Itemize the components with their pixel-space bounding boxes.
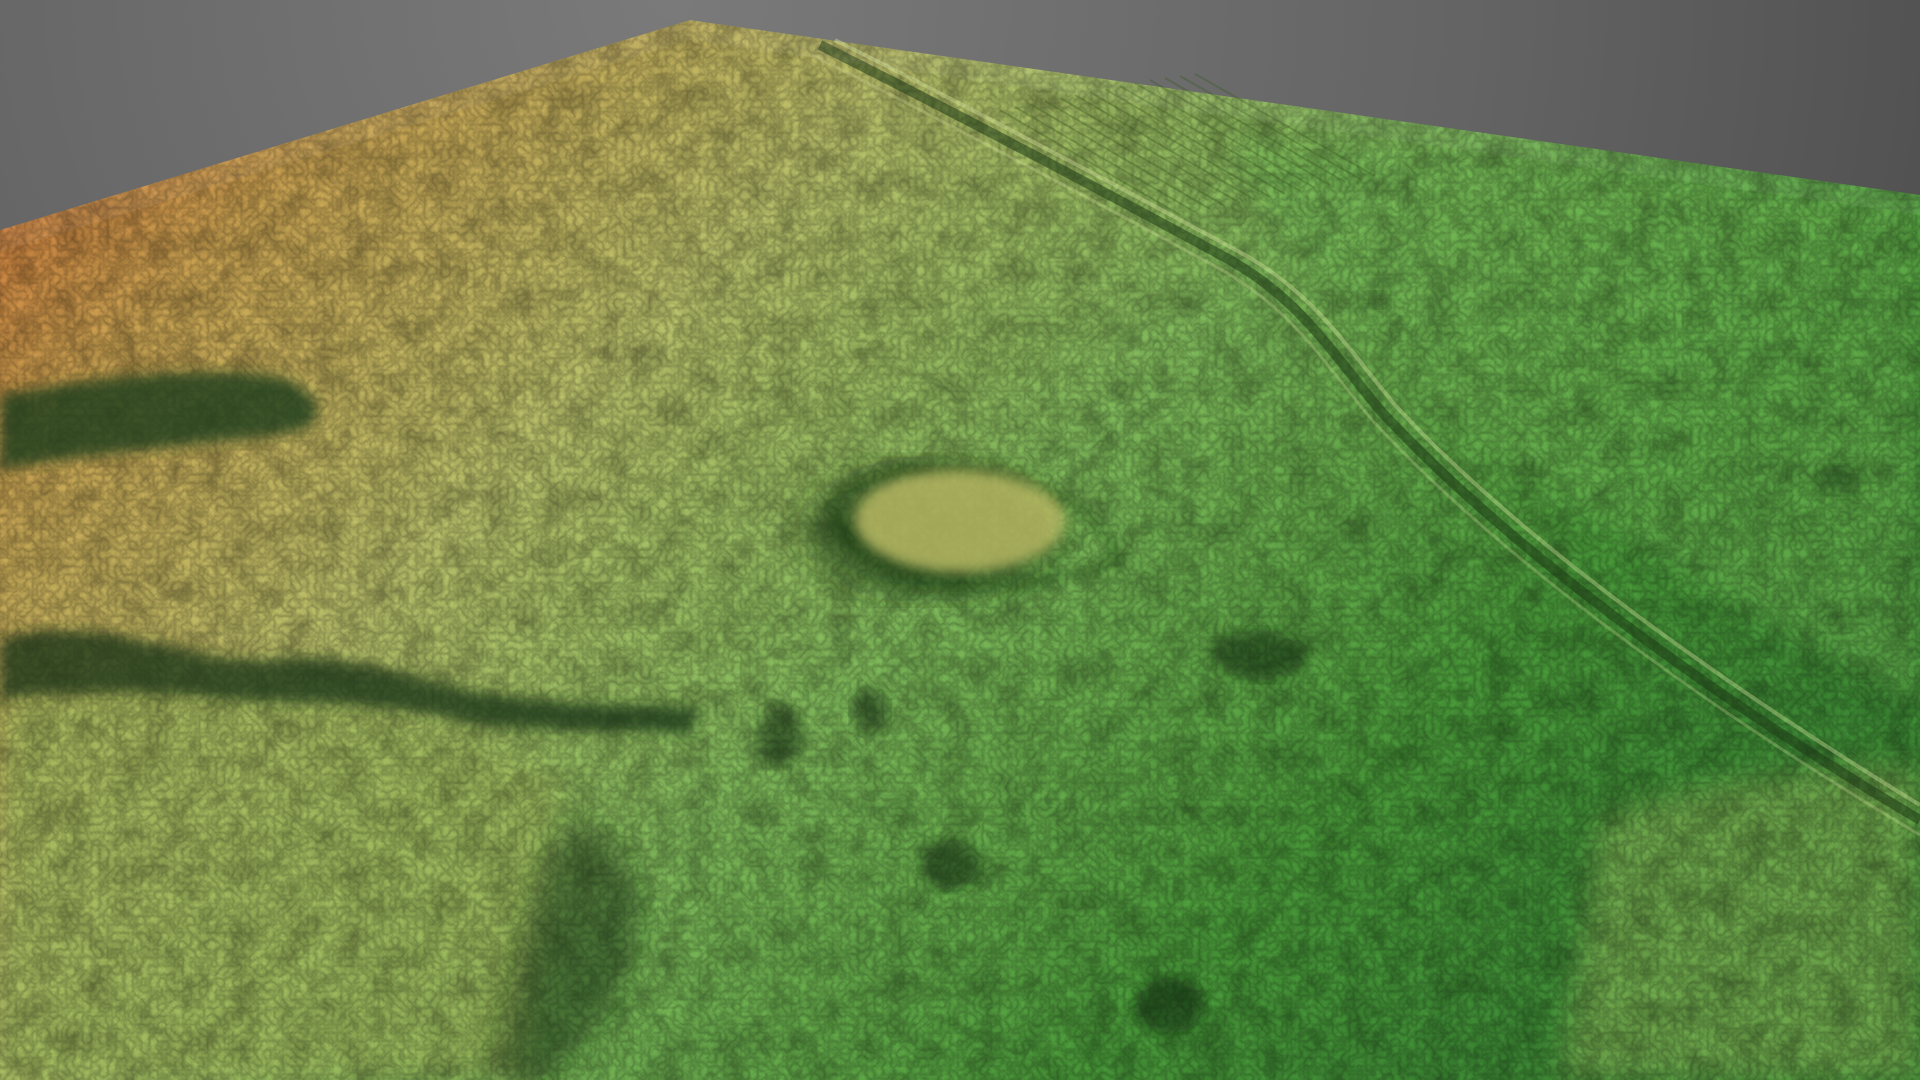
terrain-render[interactable] xyxy=(0,0,1920,1080)
3d-terrain-viewport[interactable] xyxy=(0,0,1920,1080)
